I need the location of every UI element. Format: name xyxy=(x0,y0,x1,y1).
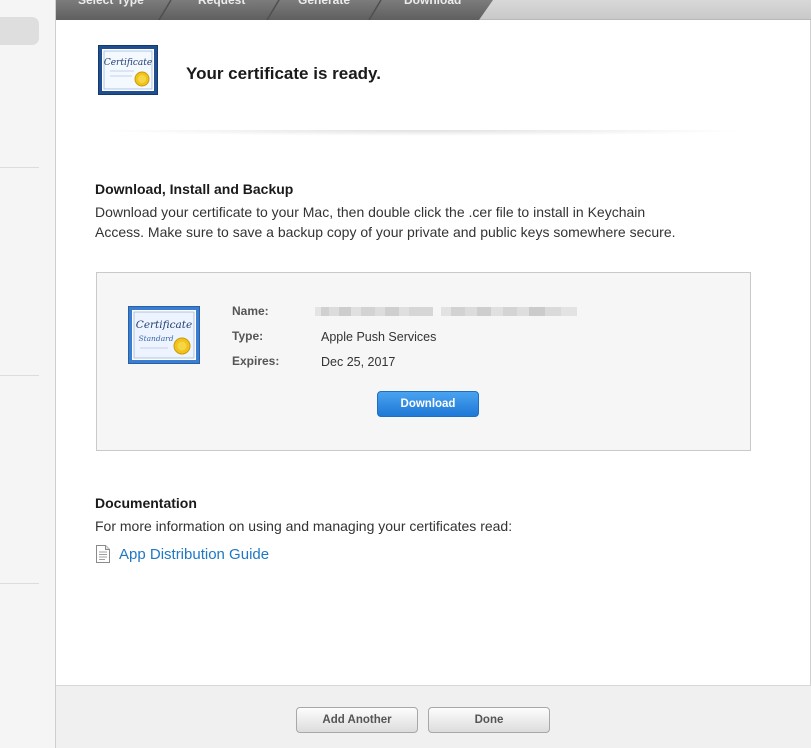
step-separator xyxy=(266,0,280,20)
svg-text:Certificate: Certificate xyxy=(104,58,152,68)
step-separator xyxy=(158,0,172,20)
app-distribution-guide-label: App Distribution Guide xyxy=(119,545,270,563)
step-separator xyxy=(368,0,382,20)
step-request: Request xyxy=(198,0,246,7)
step-select-type: Select Type xyxy=(78,0,144,7)
sidebar xyxy=(0,0,56,748)
download-section-heading: Download, Install and Backup xyxy=(95,181,294,197)
expires-value: Dec 25, 2017 xyxy=(321,355,396,369)
add-another-button[interactable]: Add Another xyxy=(296,707,418,733)
app-distribution-guide-link[interactable]: App Distribution Guide xyxy=(95,545,269,563)
sidebar-divider xyxy=(0,375,39,376)
svg-text:Certificate: Certificate xyxy=(136,319,192,331)
type-value: Apple Push Services xyxy=(321,330,437,344)
footer-bar: Add Another Done xyxy=(56,685,811,748)
done-button[interactable]: Done xyxy=(428,707,550,733)
sidebar-divider xyxy=(0,167,39,168)
download-section-text-line2: Access. Make sure to save a backup copy … xyxy=(95,224,676,240)
step-download: Download xyxy=(404,0,462,7)
step-progress-bar: Select Type Request Generate Download xyxy=(56,0,811,20)
step-generate: Generate xyxy=(298,0,351,7)
document-icon xyxy=(95,545,111,563)
svg-text:Standard: Standard xyxy=(138,334,173,343)
name-value-redacted xyxy=(315,302,581,320)
main-panel: Certificate Your certificate is ready. D… xyxy=(56,20,811,748)
expires-label: Expires: xyxy=(232,354,280,368)
page-title: Your certificate is ready. xyxy=(186,64,381,83)
certificate-standard-icon: Certificate Standard xyxy=(128,306,200,364)
download-section-text-line1: Download your certificate to your Mac, t… xyxy=(95,204,646,220)
name-label: Name: xyxy=(232,304,269,318)
sidebar-selected-item[interactable] xyxy=(0,17,39,45)
certificate-details-box: Certificate Standard Name: Type: Apple P… xyxy=(96,272,751,451)
documentation-heading: Documentation xyxy=(95,495,197,511)
download-button[interactable]: Download xyxy=(377,391,479,417)
type-label: Type: xyxy=(232,329,264,343)
header-divider xyxy=(92,130,754,136)
documentation-text: For more information on using and managi… xyxy=(95,518,513,534)
sidebar-divider xyxy=(0,583,39,584)
certificate-icon: Certificate xyxy=(98,45,158,95)
